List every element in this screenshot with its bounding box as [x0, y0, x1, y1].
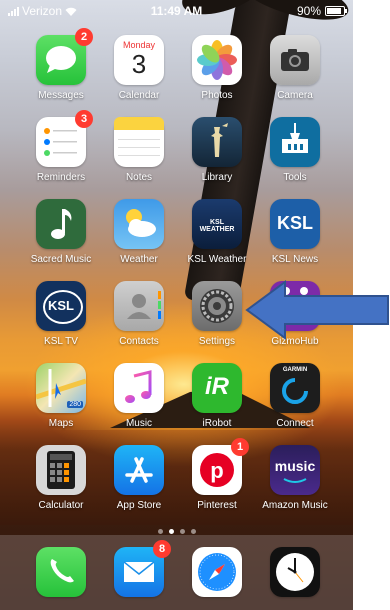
- maps-shield: 280: [67, 401, 83, 408]
- app-label: iRobot: [202, 418, 232, 429]
- app-label: Notes: [125, 172, 153, 183]
- app-label: Music: [125, 418, 153, 429]
- app-label: KSL TV: [44, 336, 78, 347]
- app-ksl-news[interactable]: KSL KSL News: [256, 199, 334, 265]
- app-maps[interactable]: 280 Maps: [22, 363, 100, 429]
- page-dot[interactable]: [168, 529, 174, 534]
- connect-icon[interactable]: GARMIN: [270, 363, 320, 413]
- ksl-news-icon[interactable]: KSL: [270, 199, 320, 249]
- app-ksl-tv[interactable]: KSL KSL TV: [22, 281, 100, 347]
- app-weather[interactable]: Weather: [100, 199, 178, 265]
- messages-badge: 2: [75, 28, 93, 46]
- app-label: Messages: [38, 90, 84, 101]
- app-ksl-weather[interactable]: KSL WEATHER KSL Weather: [178, 199, 256, 265]
- contacts-icon[interactable]: [114, 281, 164, 331]
- pinterest-icon[interactable]: p 1: [192, 438, 249, 495]
- irobot-icon[interactable]: iR: [192, 363, 242, 413]
- camera-icon[interactable]: [270, 35, 320, 85]
- sacred-music-icon[interactable]: [36, 199, 86, 249]
- maps-icon[interactable]: 280: [36, 363, 86, 413]
- dock-phone[interactable]: [22, 547, 100, 597]
- pinterest-badge: 1: [231, 438, 249, 456]
- app-camera[interactable]: Camera: [256, 35, 334, 101]
- messages-icon[interactable]: 2: [36, 28, 93, 85]
- app-label: KSL News: [271, 254, 319, 265]
- app-messages[interactable]: 2 Messages: [22, 28, 100, 101]
- app-label: Tools: [283, 172, 307, 183]
- notes-icon[interactable]: [114, 117, 164, 167]
- dock-clock[interactable]: [256, 547, 334, 597]
- library-icon[interactable]: [192, 117, 242, 167]
- irobot-text: iR: [205, 373, 229, 400]
- phone-icon[interactable]: [36, 547, 86, 597]
- amazon-music-icon[interactable]: music: [270, 445, 320, 495]
- safari-icon[interactable]: [192, 547, 242, 597]
- app-pinterest[interactable]: p 1 Pinterest: [178, 438, 256, 511]
- reminders-badge: 3: [75, 110, 93, 128]
- app-label: Contacts: [119, 336, 159, 347]
- battery-icon: [325, 6, 347, 16]
- app-label: Connect: [276, 418, 314, 429]
- ksl-news-text: KSL: [277, 213, 313, 233]
- ksl-tv-text: KSL: [48, 298, 74, 313]
- status-bar: Verizon 11:49 AM 90%: [0, 0, 353, 22]
- calendar-day: Monday: [122, 40, 156, 50]
- settings-icon[interactable]: [192, 281, 242, 331]
- app-tools[interactable]: Tools: [256, 117, 334, 183]
- app-music[interactable]: Music: [100, 363, 178, 429]
- svg-text:p: p: [210, 458, 223, 483]
- app-app-store[interactable]: App Store: [100, 445, 178, 511]
- app-reminders[interactable]: 3 Reminders: [22, 110, 100, 183]
- app-contacts[interactable]: Contacts: [100, 281, 178, 347]
- app-library[interactable]: Library: [178, 117, 256, 183]
- app-label: Amazon Music: [262, 500, 328, 511]
- app-label: Calculator: [38, 500, 84, 511]
- app-store-icon[interactable]: [114, 445, 164, 495]
- dock-safari[interactable]: [178, 547, 256, 597]
- reminders-icon[interactable]: 3: [36, 110, 93, 167]
- mail-badge: 8: [153, 540, 171, 558]
- music-icon[interactable]: [114, 363, 164, 413]
- app-sacred-music[interactable]: Sacred Music: [22, 199, 100, 265]
- page-dot[interactable]: [190, 529, 196, 534]
- app-label: App Store: [116, 500, 162, 511]
- app-label: Maps: [48, 418, 74, 429]
- app-label: Library: [201, 172, 233, 183]
- clock-icon[interactable]: [270, 547, 320, 597]
- calculator-icon[interactable]: [36, 445, 86, 495]
- weather-icon[interactable]: [114, 199, 164, 249]
- battery-group: 90%: [296, 4, 347, 18]
- dock: 8: [0, 535, 353, 610]
- app-label: KSL Weather: [187, 254, 247, 265]
- app-calculator[interactable]: Calculator: [22, 445, 100, 511]
- app-notes[interactable]: Notes: [100, 117, 178, 183]
- app-label: Reminders: [36, 172, 86, 183]
- app-label: Pinterest: [197, 500, 237, 511]
- app-label: Calendar: [118, 90, 160, 101]
- app-label: Sacred Music: [30, 254, 92, 265]
- page-dot[interactable]: [179, 529, 185, 534]
- tools-icon[interactable]: [270, 117, 320, 167]
- battery-percent: 90%: [296, 4, 321, 18]
- dock-mail[interactable]: 8: [100, 540, 178, 597]
- ksl-weather-icon[interactable]: KSL WEATHER: [192, 199, 242, 249]
- app-photos[interactable]: Photos: [178, 35, 256, 101]
- app-amazon-music[interactable]: music Amazon Music: [256, 445, 334, 511]
- app-connect[interactable]: GARMIN Connect: [256, 363, 334, 429]
- photos-icon[interactable]: [192, 35, 242, 85]
- calendar-icon[interactable]: Monday 3: [114, 35, 164, 85]
- pointer-arrow: [245, 280, 389, 340]
- mail-icon[interactable]: 8: [114, 540, 171, 597]
- app-label: Weather: [120, 254, 158, 265]
- calendar-date: 3: [131, 49, 147, 79]
- ksl-tv-icon[interactable]: KSL: [36, 281, 86, 331]
- app-calendar[interactable]: Monday 3 Calendar: [100, 35, 178, 101]
- app-label: Photos: [201, 90, 233, 101]
- ksl-weather-text: KSL WEATHER: [199, 219, 235, 233]
- page-dot[interactable]: [157, 529, 163, 534]
- app-irobot[interactable]: iR iRobot: [178, 363, 256, 429]
- app-label: Camera: [277, 90, 313, 101]
